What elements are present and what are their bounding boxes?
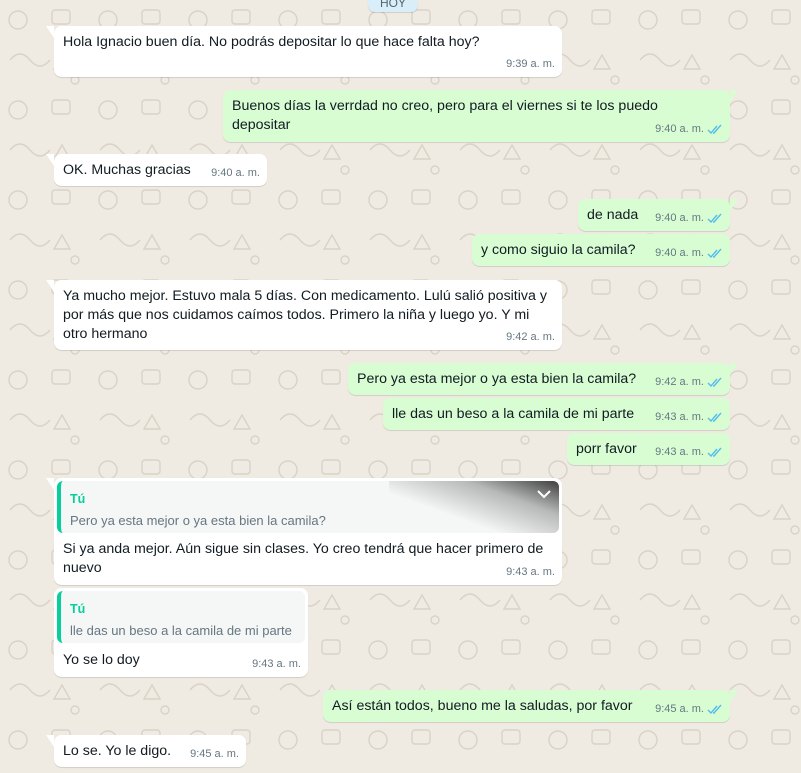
message-text: Buenos días la verrdad no creo, pero par… [232,98,658,133]
message-time: 9:40 a. m. [211,167,260,179]
message-incoming[interactable]: Lo se. Yo le digo. 9:45 a. m. [46,735,246,767]
read-receipt-icon [707,213,722,224]
quoted-message[interactable]: Tú lle das un beso a la camila de mi par… [57,591,305,643]
message-outgoing[interactable]: de nada 9:40 a. m. [578,199,738,231]
quote-author: Tú [70,492,86,506]
read-receipt-icon [707,447,722,458]
message-text: Si ya anda mejor. Aún sigue sin clases. … [63,541,544,576]
message-time: 9:43 a. m. [252,658,301,670]
message-time: 9:40 a. m. [655,123,704,135]
message-time: 9:40 a. m. [655,212,704,224]
message-time: 9:39 a. m. [506,58,555,70]
quoted-message[interactable]: Tú Pero ya esta mejor o ya esta bien la … [57,481,559,533]
message-text: Ya mucho mejor. Estuvo mala 5 días. Con … [63,288,547,342]
menu-hover-gradient [389,481,559,533]
message-time: 9:40 a. m. [655,247,704,259]
message-incoming-reply[interactable]: Tú lle das un beso a la camila de mi par… [54,588,308,677]
message-time: 9:43 a. m. [506,566,555,578]
message-time: 9:45 a. m. [190,748,239,760]
read-receipt-icon [707,377,722,388]
message-text: Hola Ignacio buen día. No podrás deposit… [63,34,480,50]
message-outgoing[interactable]: lle das un beso a la camila de mi parte … [383,398,730,430]
message-outgoing[interactable]: porr favor 9:43 a. m. [567,433,730,465]
message-outgoing[interactable]: y como siguio la camila? 9:40 a. m. [472,234,730,266]
date-divider: HOY [368,0,418,12]
quote-author: Tú [70,602,86,616]
message-incoming[interactable]: OK. Muchas gracias 9:40 a. m. [46,154,267,186]
message-outgoing[interactable]: Buenos días la verrdad no creo, pero par… [223,90,738,142]
message-time: 9:42 a. m. [655,376,704,388]
message-time: 9:43 a. m. [655,411,704,423]
message-incoming[interactable]: Ya mucho mejor. Estuvo mala 5 días. Con … [46,280,562,350]
read-receipt-icon [707,248,722,259]
message-time: 9:42 a. m. [506,331,555,343]
read-receipt-icon [707,704,722,715]
message-time: 9:43 a. m. [655,446,704,458]
message-outgoing[interactable]: Así están todos, bueno me la saludas, po… [323,690,738,722]
message-incoming-reply[interactable]: Tú Pero ya esta mejor o ya esta bien la … [46,478,562,585]
message-incoming[interactable]: Hola Ignacio buen día. No podrás deposit… [46,26,562,77]
message-time: 9:45 a. m. [655,703,704,715]
quote-text: Pero ya esta mejor o ya esta bien la cam… [70,513,326,528]
read-receipt-icon [707,124,722,135]
quote-text: lle das un beso a la camila de mi parte [70,623,292,638]
chevron-down-icon[interactable] [537,489,551,499]
read-receipt-icon [707,412,722,423]
message-outgoing[interactable]: Pero ya esta mejor o ya esta bien la cam… [348,363,738,395]
